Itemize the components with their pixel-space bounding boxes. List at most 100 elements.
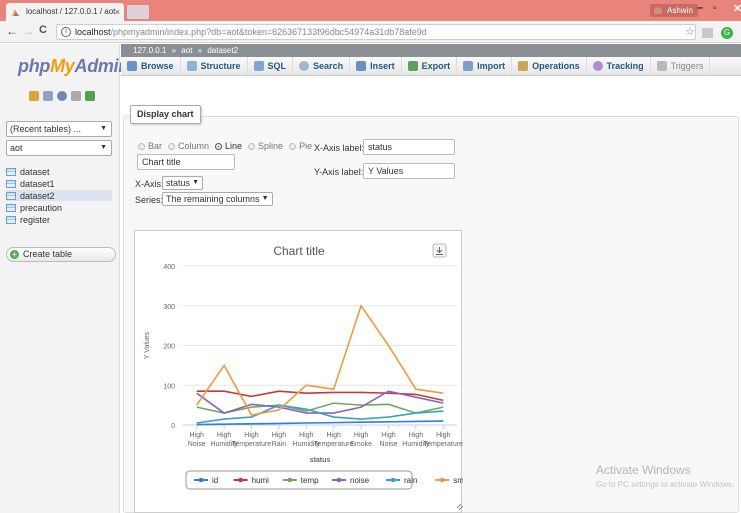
maximize-icon[interactable]: ▫ — [713, 3, 717, 14]
docs-icon[interactable] — [71, 91, 81, 101]
tab-browse[interactable]: Browse — [121, 57, 181, 75]
x-tick-label-line: High — [409, 432, 424, 439]
yaxis-label-input[interactable]: Y Values — [363, 163, 455, 179]
radio-spline[interactable]: Spline — [248, 141, 283, 151]
breadcrumb-table[interactable]: dataset2 — [207, 46, 238, 55]
table-icon — [6, 179, 16, 188]
tab-structure[interactable]: Structure — [181, 57, 248, 75]
tab-sql[interactable]: SQL — [248, 57, 294, 75]
table-item-precaution[interactable]: precaution — [6, 202, 112, 213]
x-tick-label-line: High — [436, 432, 451, 439]
url-input[interactable]: i localhost/phpmyadmin/index.php?db=aot&… — [56, 24, 696, 40]
y-tick-label: 400 — [163, 264, 175, 271]
phpmyadmin-logo[interactable]: phpMyAdmin — [18, 56, 129, 77]
triggers-icon — [656, 61, 667, 71]
tab-search[interactable]: Search — [293, 57, 351, 75]
breadcrumb-database[interactable]: aot — [181, 46, 192, 55]
legend-label-noise: noise — [350, 476, 370, 485]
search-icon — [299, 61, 310, 71]
tab-insert[interactable]: Insert — [350, 57, 402, 75]
breadcrumb-server[interactable]: 127.0.0.1 — [133, 46, 166, 55]
tab-export[interactable]: Export — [402, 57, 458, 75]
x-tick-label: High Temperature — [424, 432, 463, 448]
reload-icon[interactable]: C — [39, 24, 47, 36]
legend-marker-temp — [287, 477, 293, 483]
radio-bar[interactable]: Bar — [138, 141, 162, 151]
table-item-register[interactable]: register — [6, 214, 112, 225]
logout-icon[interactable] — [43, 91, 53, 101]
x-tick-label-line: Noise — [380, 441, 398, 448]
x-tick-label: High Noise — [188, 432, 206, 448]
url-host: localhost — [75, 27, 111, 37]
y-tick-label: 100 — [163, 383, 175, 390]
chart-title-input[interactable]: Chart title — [137, 154, 235, 170]
recent-tables-select[interactable]: (Recent tables) ... ▼ — [6, 121, 112, 137]
x-tick-label-line: High — [272, 432, 287, 439]
grammarly-extension-icon[interactable]: G — [721, 27, 733, 39]
xaxis-label-input[interactable]: status — [363, 139, 455, 155]
database-select[interactable]: aot ▼ — [6, 140, 112, 156]
home-icon[interactable] — [29, 91, 39, 101]
series-line-temp — [196, 402, 444, 414]
extension-icon[interactable] — [702, 28, 713, 38]
tab-operations[interactable]: Operations — [512, 57, 587, 75]
tab-tracking[interactable]: Tracking — [587, 57, 651, 75]
radio-line[interactable]: Line — [215, 141, 242, 151]
forward-icon[interactable]: → — [22, 24, 34, 38]
x-tick-label-line: High — [244, 432, 259, 439]
breadcrumb: 127.0.0.1 » aot » dataset2 — [121, 44, 741, 57]
resize-handle-icon — [456, 503, 463, 511]
create-table-button[interactable]: + Create table — [6, 247, 116, 262]
new-tab-button[interactable] — [127, 5, 149, 19]
x-tick-label-line: Rain — [272, 441, 287, 448]
bookmark-star-icon[interactable]: ☆ — [685, 25, 695, 38]
display-chart-legend: Display chart — [130, 105, 201, 124]
browse-icon — [127, 61, 137, 71]
table-icon — [6, 203, 16, 212]
browser-tab[interactable]: localhost / 127.0.0.1 / aot × — [6, 3, 124, 21]
back-icon[interactable]: ← — [6, 24, 18, 38]
x-tick-label-line: Noise — [188, 441, 206, 448]
series-select[interactable]: The remaining columns ▼ — [162, 192, 273, 206]
phpmyadmin-favicon — [12, 9, 20, 16]
xaxis-label-caption: X-Axis label: — [314, 143, 365, 153]
legend-marker-noise — [336, 477, 342, 483]
yaxis-label-caption: Y-Axis label: — [314, 167, 364, 177]
table-item-dataset[interactable]: dataset — [6, 166, 112, 177]
tab-title: localhost / 127.0.0.1 / aot — [26, 7, 116, 16]
chart-container: Chart title 0 100 200 300 400 High Noise High Hum… — [134, 230, 463, 513]
radio-column[interactable]: Column — [168, 141, 209, 151]
table-item-dataset1[interactable]: dataset1 — [6, 178, 112, 189]
chart-title: Chart title — [273, 244, 325, 258]
table-icon — [6, 191, 16, 200]
help-icon[interactable] — [57, 91, 67, 101]
tab-close-icon[interactable]: × — [115, 3, 120, 21]
browser-titlebar: localhost / 127.0.0.1 / aot × Ashwin – ▫… — [0, 0, 741, 21]
x-tick-label-line: Temperature — [232, 441, 271, 448]
table-tabs: Browse Structure SQL Search Insert Expor… — [121, 57, 741, 76]
radio-indicator — [289, 142, 297, 150]
table-item-dataset2[interactable]: dataset2 — [6, 190, 112, 201]
y-tick-label: 300 — [163, 304, 175, 311]
site-info-icon[interactable]: i — [61, 27, 71, 37]
radio-pie[interactable]: Pie — [289, 141, 312, 151]
radio-indicator — [168, 142, 176, 150]
x-tick-label: High Smoke — [350, 432, 372, 448]
series-line-id — [196, 420, 444, 426]
xaxis-select[interactable]: status ▼ — [162, 176, 204, 190]
x-tick-label-line: Temperature — [314, 441, 353, 448]
x-tick-label-line: High — [299, 432, 314, 439]
tab-import[interactable]: Import — [457, 57, 513, 75]
sql-icon — [253, 61, 264, 71]
chevron-down-icon: ▼ — [100, 144, 107, 151]
tab-triggers[interactable]: Triggers — [651, 57, 711, 75]
legend-label-temp: temp — [301, 476, 319, 485]
x-tick-label-line: Smoke — [350, 441, 372, 448]
profile-button[interactable]: Ashwin — [650, 4, 698, 17]
reload-navigation-icon[interactable] — [85, 91, 95, 101]
plus-icon: + — [10, 250, 19, 259]
address-bar: ← → C i localhost/phpmyadmin/index.php?d… — [0, 21, 741, 43]
y-axis-title: Y Values — [144, 331, 151, 359]
minimize-icon[interactable]: – — [697, 2, 703, 14]
close-window-icon[interactable]: ✕ — [733, 2, 741, 15]
